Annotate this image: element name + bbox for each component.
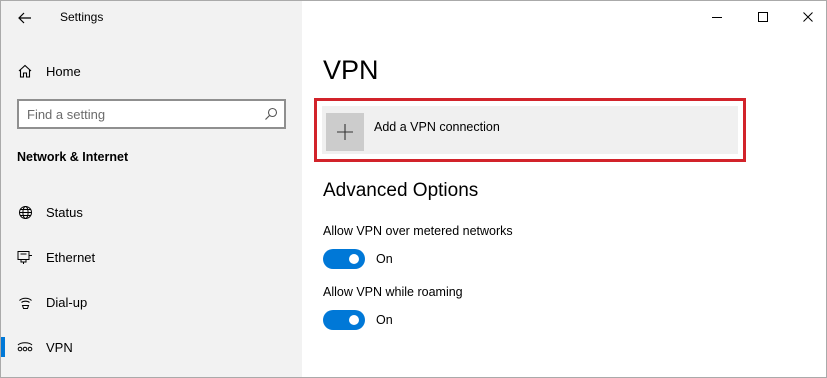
add-vpn-connection-button[interactable]: Add a VPN connection xyxy=(322,106,738,154)
metered-networks-toggle[interactable] xyxy=(323,249,365,269)
toggle-knob xyxy=(349,254,359,264)
app-title: Settings xyxy=(60,10,104,24)
close-button[interactable] xyxy=(796,7,820,27)
roaming-label: Allow VPN while roaming xyxy=(323,285,463,299)
sidebar-item-ethernet[interactable]: Ethernet xyxy=(1,239,302,275)
settings-window: Settings Home Network & Internet xyxy=(0,0,827,378)
back-arrow-icon xyxy=(18,12,31,24)
minimize-icon xyxy=(712,17,722,18)
roaming-state: On xyxy=(376,313,393,327)
sidebar-item-label: VPN xyxy=(46,339,73,355)
dial-up-icon xyxy=(17,294,33,310)
highlight-box: Add a VPN connection xyxy=(314,98,746,162)
sidebar-item-vpn[interactable]: VPN xyxy=(1,329,302,365)
section-heading: Network & Internet xyxy=(17,150,129,164)
maximize-icon xyxy=(758,12,768,22)
active-indicator xyxy=(1,337,5,357)
advanced-options-heading: Advanced Options xyxy=(323,180,479,201)
vpn-icon xyxy=(17,339,33,355)
globe-icon xyxy=(17,204,33,220)
home-icon xyxy=(18,64,32,78)
ethernet-icon xyxy=(17,249,33,265)
metered-networks-label: Allow VPN over metered networks xyxy=(323,224,513,238)
sidebar: Settings Home Network & Internet xyxy=(1,1,302,377)
sidebar-item-label: Dial-up xyxy=(46,294,88,310)
toggle-knob xyxy=(349,315,359,325)
maximize-button[interactable] xyxy=(751,7,775,27)
roaming-toggle[interactable] xyxy=(323,310,365,330)
search-box[interactable] xyxy=(17,99,286,129)
search-icon[interactable] xyxy=(264,107,278,121)
sidebar-item-dial-up[interactable]: Dial-up xyxy=(1,284,302,320)
add-vpn-connection-label: Add a VPN connection xyxy=(374,120,500,134)
plus-icon xyxy=(326,113,364,151)
home-label: Home xyxy=(46,63,81,79)
search-input[interactable] xyxy=(27,104,247,124)
back-button[interactable] xyxy=(11,7,39,29)
sidebar-item-label: Status xyxy=(46,204,83,220)
sidebar-item-home[interactable]: Home xyxy=(17,61,81,81)
minimize-button[interactable] xyxy=(705,7,729,27)
sidebar-item-status[interactable]: Status xyxy=(1,194,302,230)
page-title: VPN xyxy=(323,55,379,85)
sidebar-item-label: Ethernet xyxy=(46,249,96,265)
metered-networks-state: On xyxy=(376,252,393,266)
close-icon xyxy=(803,12,813,22)
